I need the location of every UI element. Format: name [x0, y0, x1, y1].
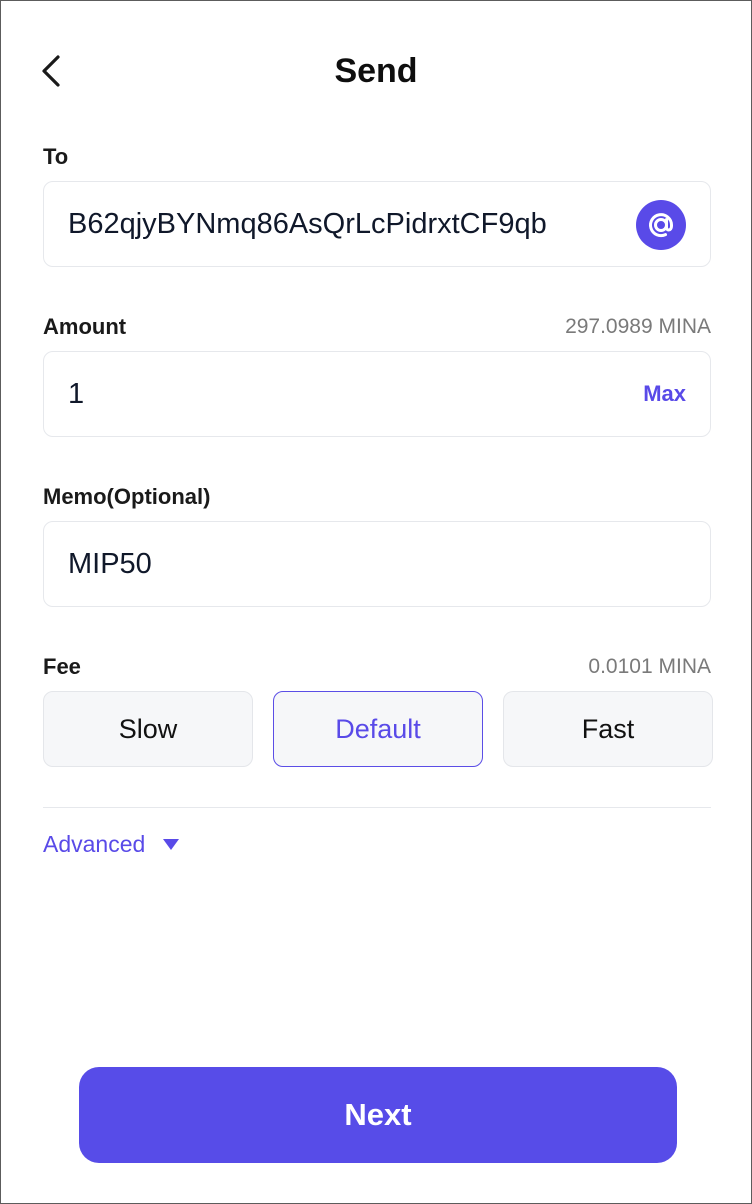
to-label: To	[43, 144, 69, 169]
caret-down-icon	[163, 838, 180, 850]
memo-field	[43, 521, 711, 607]
advanced-label: Advanced	[43, 831, 146, 857]
address-book-button[interactable]	[636, 200, 686, 250]
advanced-toggle[interactable]: Advanced	[43, 829, 180, 859]
recipient-address-input[interactable]	[68, 182, 608, 266]
fee-amount-text: 0.0101 MINA	[588, 655, 711, 678]
amount-label: Amount	[43, 314, 127, 339]
fee-option-slow[interactable]: Slow	[43, 691, 253, 767]
divider	[43, 807, 711, 808]
to-field	[43, 181, 711, 267]
memo-input[interactable]	[68, 522, 688, 606]
amount-field: Max	[43, 351, 711, 437]
next-button[interactable]: Next	[79, 1067, 677, 1163]
fee-label: Fee	[43, 654, 81, 679]
send-screen: Send To Amount 297.0989 MINA Max Memo(Op…	[0, 0, 752, 1204]
at-sign-icon	[649, 213, 673, 238]
balance-text: 297.0989 MINA	[565, 315, 711, 338]
memo-label: Memo(Optional)	[43, 484, 211, 509]
amount-input[interactable]	[68, 352, 608, 436]
max-button[interactable]: Max	[643, 380, 686, 408]
fee-option-fast[interactable]: Fast	[503, 691, 713, 767]
fee-option-default[interactable]: Default	[273, 691, 483, 767]
page-title: Send	[334, 52, 418, 90]
